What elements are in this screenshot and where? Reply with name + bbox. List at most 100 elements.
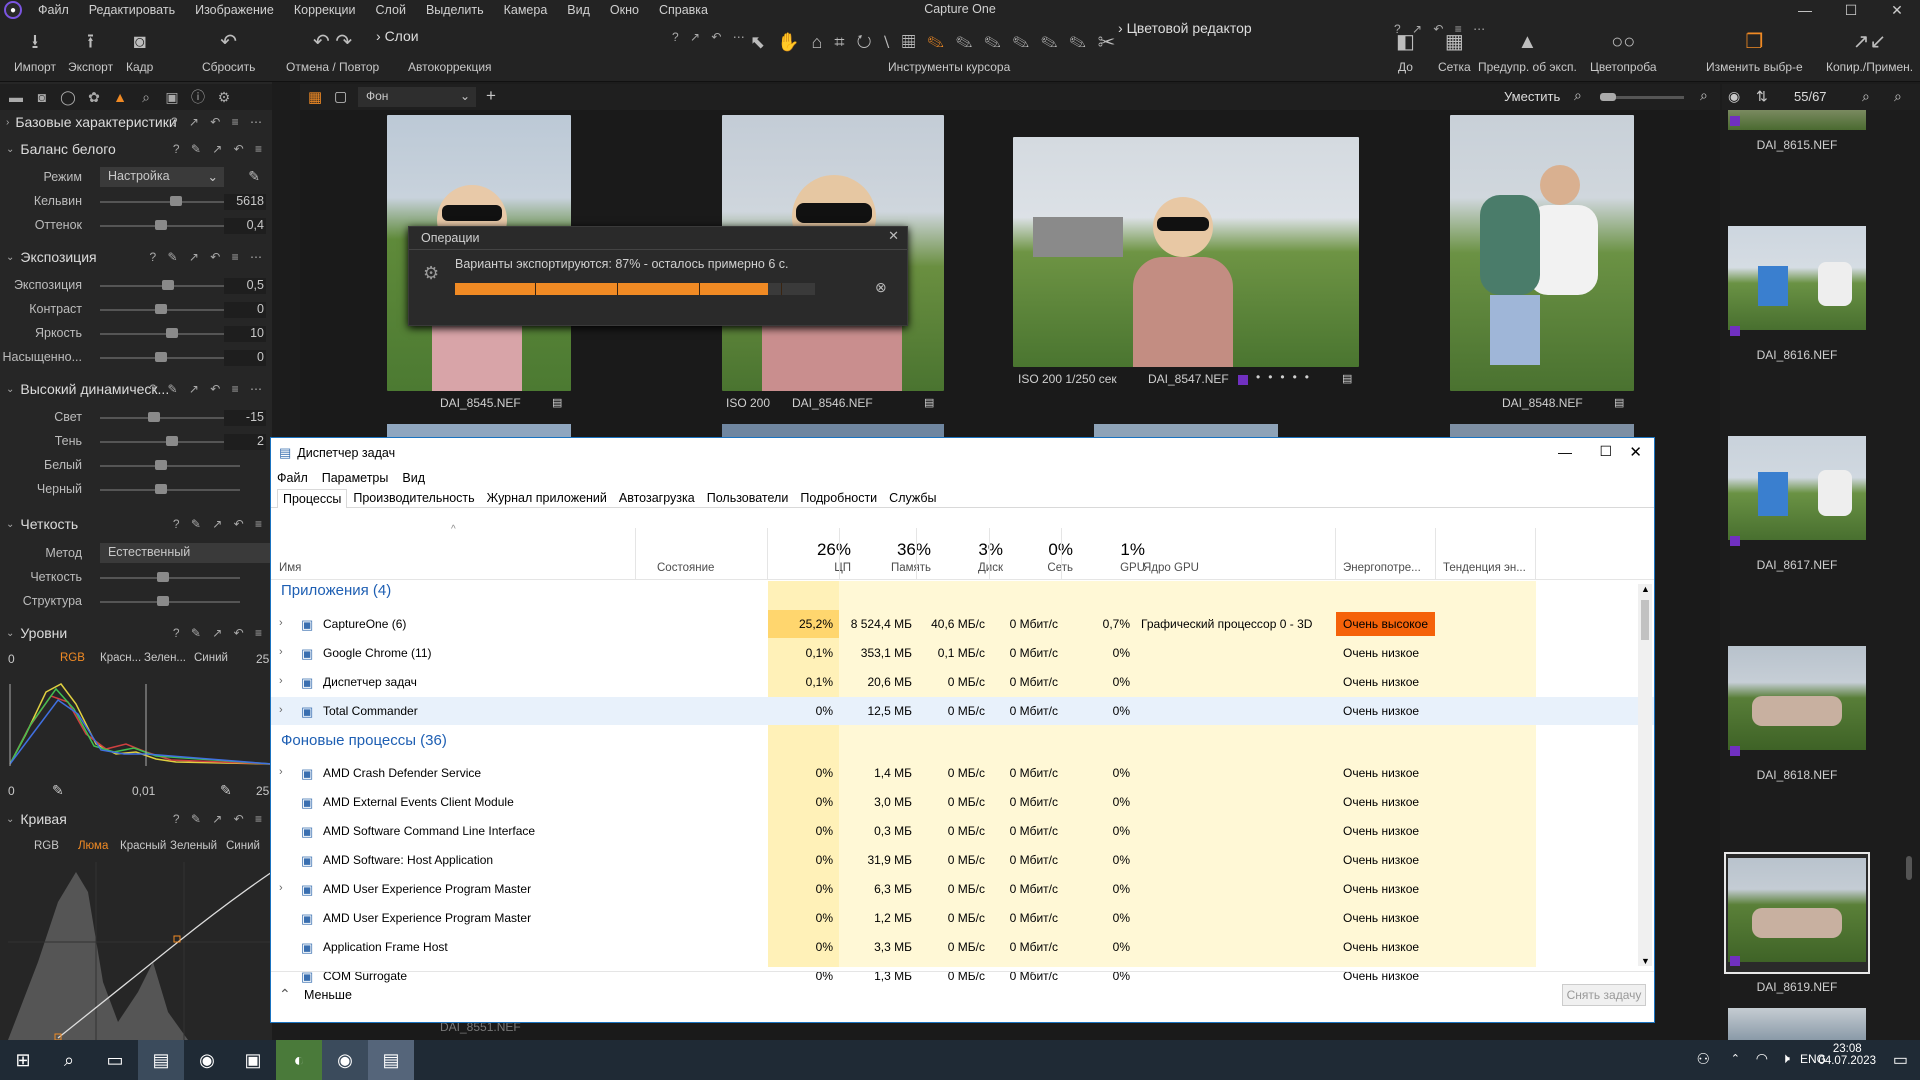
table-row[interactable]: › ▣ CaptureOne (6) 25,2% 8 524,4 МБ 40,6 МБ/с… (271, 610, 1654, 638)
tm-menu-file[interactable]: Файл (277, 471, 308, 485)
menu-file[interactable]: Файл (28, 3, 79, 17)
layers-header[interactable]: › Слои (376, 28, 419, 44)
layers-tools[interactable]: ? ↗ ↶ ⋯ (672, 30, 749, 44)
expand-icon[interactable]: › (279, 704, 283, 716)
curve-tab-blue[interactable]: Синий (226, 840, 260, 852)
strip-thumbnail[interactable] (1728, 646, 1866, 750)
menu-window[interactable]: Окно (600, 3, 649, 17)
menu-camera[interactable]: Камера (494, 3, 558, 17)
color-tag-purple[interactable] (1730, 326, 1740, 336)
fit-label[interactable]: Уместить (1504, 89, 1560, 104)
shadow-slider[interactable] (166, 436, 178, 446)
highlight-slider[interactable] (148, 412, 160, 422)
zoom-out-icon[interactable]: ⌕ (1574, 87, 1582, 104)
volume-icon[interactable]: 🕨 (1781, 1050, 1790, 1067)
eyedropper-white-icon[interactable]: ✎ (220, 782, 232, 799)
task-manager-taskbar-icon[interactable]: ▤ (368, 1040, 414, 1080)
levels-tab-red[interactable]: Красн... (100, 652, 141, 664)
minimize-icon[interactable]: — (1558, 444, 1572, 460)
curve-tab-luma[interactable]: Люма (78, 840, 108, 852)
strip-thumbnail[interactable] (1728, 858, 1866, 962)
close-icon[interactable]: ✕ (1874, 0, 1920, 20)
col-mem[interactable]: Память (841, 562, 931, 574)
tab-services[interactable]: Службы (883, 488, 942, 507)
col-power[interactable]: Энергопотре... (1343, 562, 1421, 574)
kelvin-slider[interactable] (170, 196, 182, 206)
expand-icon[interactable]: › (279, 766, 283, 778)
chrome-icon[interactable]: ◉ (184, 1040, 230, 1080)
grid-button[interactable]: ▦ Сетка (1438, 28, 1471, 74)
tm-menu-options[interactable]: Параметры (322, 471, 389, 485)
curve-tab-green[interactable]: Зеленый (170, 840, 217, 852)
levels-tab-green[interactable]: Зелен... (144, 652, 186, 664)
expand-icon[interactable]: › (279, 882, 283, 894)
import-button[interactable]: ⭳ Импорт (14, 28, 56, 74)
capture-one-taskbar-icon[interactable]: ◐ (276, 1040, 322, 1080)
task-view-icon[interactable]: ▭ (92, 1040, 138, 1080)
col-power-trend[interactable]: Тенденция эн... (1443, 562, 1526, 574)
section-exposure[interactable]: ⌄ Экспозиция? ✎ ↗ ↶ ≡ ⋯ (0, 246, 272, 268)
cursor-tools-icons[interactable]: ⬉✋⌂⌗↻⧵▦✎✎✎✎✎✎✂ (750, 32, 1127, 53)
saturation-slider[interactable] (155, 352, 167, 362)
scroll-thumb[interactable] (1641, 600, 1649, 640)
thumbnail-badge-icon[interactable]: ▤ (1342, 372, 1352, 385)
table-row[interactable]: ▣ AMD Software: Host Application 0% 31,9 МБ… (271, 846, 1654, 874)
levels-right-value[interactable]: 25 (256, 652, 269, 666)
thumbnail-image[interactable] (1450, 424, 1634, 438)
filter-icon[interactable]: ⌕ (1862, 88, 1870, 105)
thumbnail-image[interactable] (1450, 115, 1634, 391)
proofing-button[interactable]: ○○ Цветопроба (1590, 28, 1657, 74)
section-clarity[interactable]: ⌄ Четкость? ✎ ↗ ↶ ≡ (0, 513, 272, 535)
tab-processes[interactable]: Процессы (277, 489, 348, 508)
menu-image[interactable]: Изображение (185, 3, 284, 17)
tab-app-history[interactable]: Журнал приложений (481, 488, 613, 507)
exposure-tab-icon[interactable]: ▲ (110, 89, 130, 105)
menu-edit[interactable]: Редактировать (79, 3, 185, 17)
people-icon[interactable]: ⚇ (1697, 1050, 1710, 1068)
color-tag-purple[interactable] (1730, 116, 1740, 126)
rating-dots[interactable]: ••••• (1256, 370, 1317, 384)
curve-tab-red[interactable]: Красный (120, 840, 166, 852)
before-button[interactable]: ◧ До (1396, 28, 1415, 74)
levels-tab-rgb[interactable]: RGB (60, 652, 85, 664)
brightness-slider[interactable] (166, 328, 178, 338)
exposure-slider[interactable] (162, 280, 174, 290)
thumbnail-image[interactable] (1013, 137, 1359, 367)
notifications-icon[interactable]: ▭ (1893, 1050, 1908, 1070)
add-layer-icon[interactable]: + (486, 86, 496, 106)
apps-group-header[interactable]: Приложения (4) (281, 582, 391, 599)
zoom-slider[interactable] (1600, 93, 1684, 101)
color-tag-purple[interactable] (1238, 375, 1248, 385)
eyedropper-icon[interactable]: ✎ (248, 168, 260, 185)
webstorm-icon[interactable]: ▣ (230, 1040, 276, 1080)
single-view-icon[interactable]: ▢ (334, 88, 347, 105)
col-cpu-pct[interactable]: 26% (763, 540, 851, 560)
export-button[interactable]: ⭱ Экспорт (68, 28, 113, 74)
col-state[interactable]: Состояние (657, 562, 714, 574)
cancel-export-icon[interactable]: ⊗ (875, 279, 887, 296)
table-row[interactable]: › ▣ Google Chrome (11) 0,1% 353,1 МБ 0,1 МБ/с… (271, 639, 1654, 667)
capture-button[interactable]: ◙ Кадр (126, 28, 153, 74)
clarity-slider[interactable] (157, 572, 169, 582)
color-icon[interactable]: ✿ (84, 89, 104, 106)
expand-icon[interactable]: › (279, 675, 283, 687)
black-slider[interactable] (155, 484, 167, 494)
maximize-icon[interactable]: ☐ (1599, 443, 1612, 460)
section-levels[interactable]: ⌄ Уровни? ✎ ↗ ↶ ≡ (0, 622, 272, 644)
levels-left-value[interactable]: 0 (8, 652, 15, 666)
copy-apply-button[interactable]: ↗↙ Копир./Примен. (1826, 28, 1913, 74)
section-basic[interactable]: › Базовые характеристики? ↗ ↶ ≡ ⋯ (0, 111, 272, 133)
layer-select[interactable]: Фон ⌄ (358, 87, 476, 107)
menu-help[interactable]: Справка (649, 3, 718, 17)
strip-thumbnail[interactable] (1728, 1008, 1866, 1040)
clarity-method-select[interactable]: Естественный (100, 543, 272, 563)
zoom-in-icon[interactable]: ⌕ (1700, 87, 1708, 104)
color-tag-purple[interactable] (1730, 536, 1740, 546)
reset-button[interactable]: ↶ Сбросить (202, 28, 255, 74)
strip-thumbnail[interactable] (1728, 436, 1866, 540)
table-row[interactable]: ▣ Application Frame Host 0% 3,3 МБ 0 МБ/с 0 М… (271, 933, 1654, 961)
table-row[interactable]: ▣ AMD Software Command Line Interface 0% 0,… (271, 817, 1654, 845)
grid-view-icon[interactable]: ▦ (308, 88, 322, 106)
maximize-icon[interactable]: ☐ (1828, 0, 1874, 20)
structure-slider[interactable] (157, 596, 169, 606)
